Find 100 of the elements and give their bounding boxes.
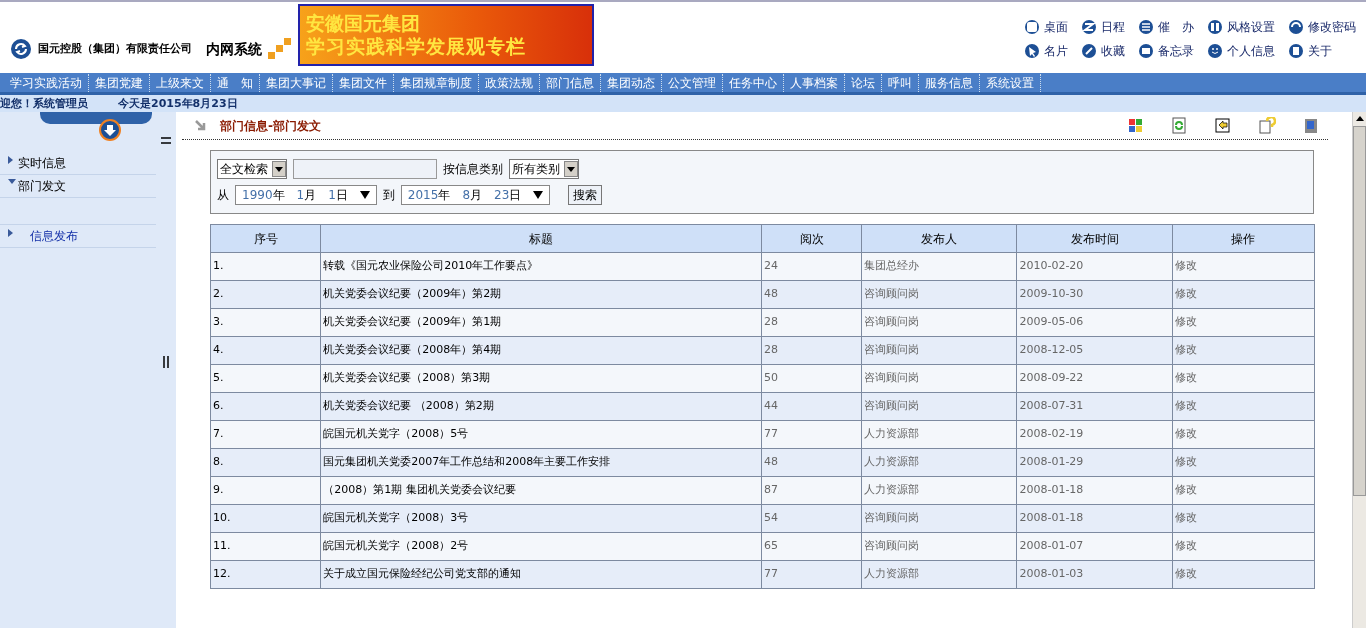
edit-link[interactable]: 修改 [1172, 336, 1315, 365]
table-cell: 50 [761, 364, 862, 393]
dropdown-icon [275, 166, 283, 172]
date-part: 1990年 [242, 187, 285, 204]
date-part: 1 日 [328, 187, 348, 204]
table-cell: 皖国元机关党字（2008）3号 [320, 504, 762, 533]
quick-link[interactable]: 个人信息 [1208, 42, 1275, 60]
quick-link[interactable]: 备忘录 [1139, 42, 1194, 60]
column-header: 标题 [320, 224, 762, 253]
collapse-handle[interactable] [160, 136, 174, 146]
table-cell: 人力资源部 [861, 420, 1017, 449]
squares-icon [268, 38, 292, 60]
table-cell: 10. [210, 504, 321, 533]
category-select[interactable]: 所有类别 [509, 159, 579, 179]
refresh-icon[interactable] [1170, 116, 1188, 135]
menu-item[interactable]: 通 知 [211, 73, 260, 92]
edit-link[interactable]: 修改 [1172, 252, 1315, 281]
menu-item[interactable]: 任务中心 [723, 73, 784, 92]
download-icon[interactable] [98, 118, 122, 142]
dropdown-icon [567, 166, 575, 172]
table-cell: 5. [210, 364, 321, 393]
desktop-icon [1025, 20, 1039, 34]
quick-link[interactable]: 收藏 [1082, 42, 1125, 60]
date-part: 8月 [462, 187, 482, 204]
quick-link[interactable]: 风格设置 [1208, 18, 1275, 36]
menu-item[interactable]: 人事档案 [784, 73, 845, 92]
date-text: 今天是2015年8月23日 [118, 96, 238, 112]
quick-link[interactable]: 名片 [1025, 42, 1068, 60]
menu-item[interactable]: 集团动态 [601, 73, 662, 92]
quick-link[interactable]: 修改密码 [1289, 18, 1356, 36]
table-cell: 28 [761, 336, 862, 365]
table-cell: 11. [210, 532, 321, 561]
windows-icon[interactable] [1126, 116, 1144, 135]
table-cell: 咨询顾问岗 [861, 532, 1017, 561]
menu-item[interactable]: 集团党建 [89, 73, 150, 92]
edit-link[interactable]: 修改 [1172, 560, 1315, 589]
palette-icon [1208, 20, 1222, 34]
company-name: 国元控股（集团）有限责任公司 [38, 40, 192, 57]
date-picker[interactable]: 2015年 8月 23日 [400, 185, 551, 205]
table-cell: 44 [761, 392, 862, 421]
quick-link[interactable]: 催 办 [1139, 18, 1194, 36]
edit-link[interactable]: 修改 [1172, 532, 1315, 561]
table-cell: 77 [761, 420, 862, 449]
menu-item[interactable]: 集团文件 [333, 73, 394, 92]
edit-link[interactable]: 修改 [1172, 476, 1315, 505]
column-header: 序号 [210, 224, 321, 253]
sidebar-link[interactable]: 信息发布 [0, 224, 156, 248]
table-cell: 8. [210, 448, 321, 477]
menu-item[interactable]: 公文管理 [662, 73, 723, 92]
banner-subtitle: 学习实践科学发展观专栏 [306, 35, 527, 58]
edit-link[interactable]: 修改 [1172, 364, 1315, 393]
menu-item[interactable]: 系统设置 [980, 73, 1041, 92]
computer-icon[interactable] [1302, 116, 1320, 135]
menu-item[interactable]: 集团规章制度 [394, 73, 479, 92]
back-icon[interactable] [1214, 116, 1232, 135]
column-header: 发布人 [861, 224, 1017, 253]
table-cell: 机关党委会议纪要（2008年）第4期 [320, 336, 762, 365]
to-label: 到 [382, 187, 395, 204]
sidebar-item[interactable]: 实时信息 [0, 152, 156, 175]
menu-item[interactable]: 政策法规 [479, 73, 540, 92]
scrollbar[interactable] [1352, 112, 1366, 628]
search-field[interactable] [293, 159, 437, 179]
table-cell: 2008-07-31 [1016, 392, 1173, 421]
table-cell: 咨询顾问岗 [861, 392, 1017, 421]
edit-link[interactable]: 修改 [1172, 420, 1315, 449]
welcome-text: 迎您！系统管理员 [0, 96, 88, 112]
menu-item[interactable]: 上级来文 [150, 73, 211, 92]
menu-item[interactable]: 学习实践活动 [4, 73, 89, 92]
menu-item[interactable]: 呼叫 [882, 73, 919, 92]
quick-link[interactable]: 日程 [1082, 18, 1125, 36]
menu-item[interactable]: 集团大事记 [260, 73, 333, 92]
quick-link[interactable]: 桌面 [1025, 18, 1068, 36]
table-cell: 国元集团机关党委2007年工作总结和2008年主要工作安排 [320, 448, 762, 477]
table-cell: 2009-05-06 [1016, 308, 1173, 337]
menu-item[interactable]: 服务信息 [919, 73, 980, 92]
table-cell: 2008-01-07 [1016, 532, 1173, 561]
table-cell: 2010-02-20 [1016, 252, 1173, 281]
mode-select[interactable]: 全文检索 [217, 159, 287, 179]
smiley-icon [1208, 44, 1222, 58]
quick-link[interactable]: 关于 [1289, 42, 1356, 60]
edit-link[interactable]: 修改 [1172, 280, 1315, 309]
edit-link[interactable]: 修改 [1172, 392, 1315, 421]
table-cell: 2009-10-30 [1016, 280, 1173, 309]
sidebar-item[interactable]: 部门发文 [0, 175, 156, 198]
edit-link[interactable]: 修改 [1172, 504, 1315, 533]
column-header: 阅次 [761, 224, 862, 253]
edit-link[interactable]: 修改 [1172, 448, 1315, 477]
date-picker[interactable]: 1990年 1月 1 日 [235, 185, 377, 205]
table-cell: 2008-02-19 [1016, 420, 1173, 449]
table-cell: 24 [761, 252, 862, 281]
search-button[interactable]: 搜索 [568, 185, 603, 205]
menu-item[interactable]: 论坛 [845, 73, 882, 92]
table-cell: 4. [210, 336, 321, 365]
menu-item[interactable]: 部门信息 [540, 73, 601, 92]
breadcrumb: 部门信息-部门发文 [220, 117, 321, 135]
column-header: 操作 [1172, 224, 1315, 253]
table-cell: 48 [761, 448, 862, 477]
table-cell: 9. [210, 476, 321, 505]
table-cell: 2. [210, 280, 321, 309]
edit-link[interactable]: 修改 [1172, 308, 1315, 337]
